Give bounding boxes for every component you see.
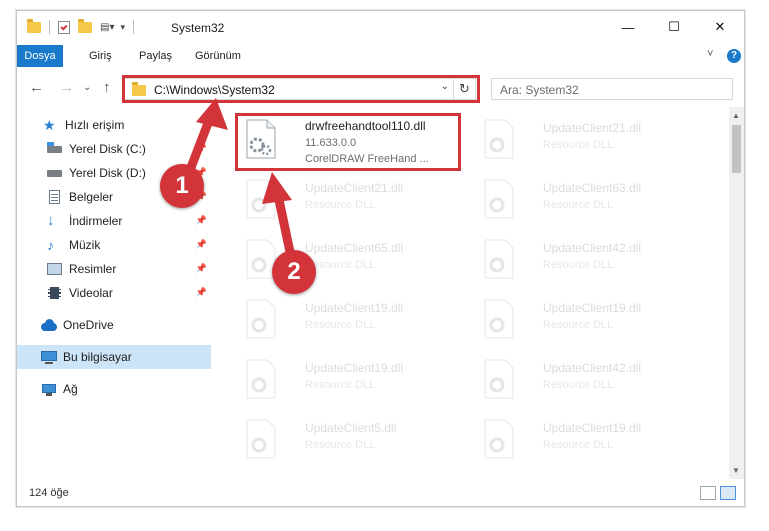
step-badge-1: 1	[160, 164, 204, 208]
annotation-arrows	[185, 98, 295, 257]
arrow-2	[262, 172, 295, 257]
arrow-1	[185, 98, 228, 175]
step-badge-2: 2	[272, 250, 316, 294]
